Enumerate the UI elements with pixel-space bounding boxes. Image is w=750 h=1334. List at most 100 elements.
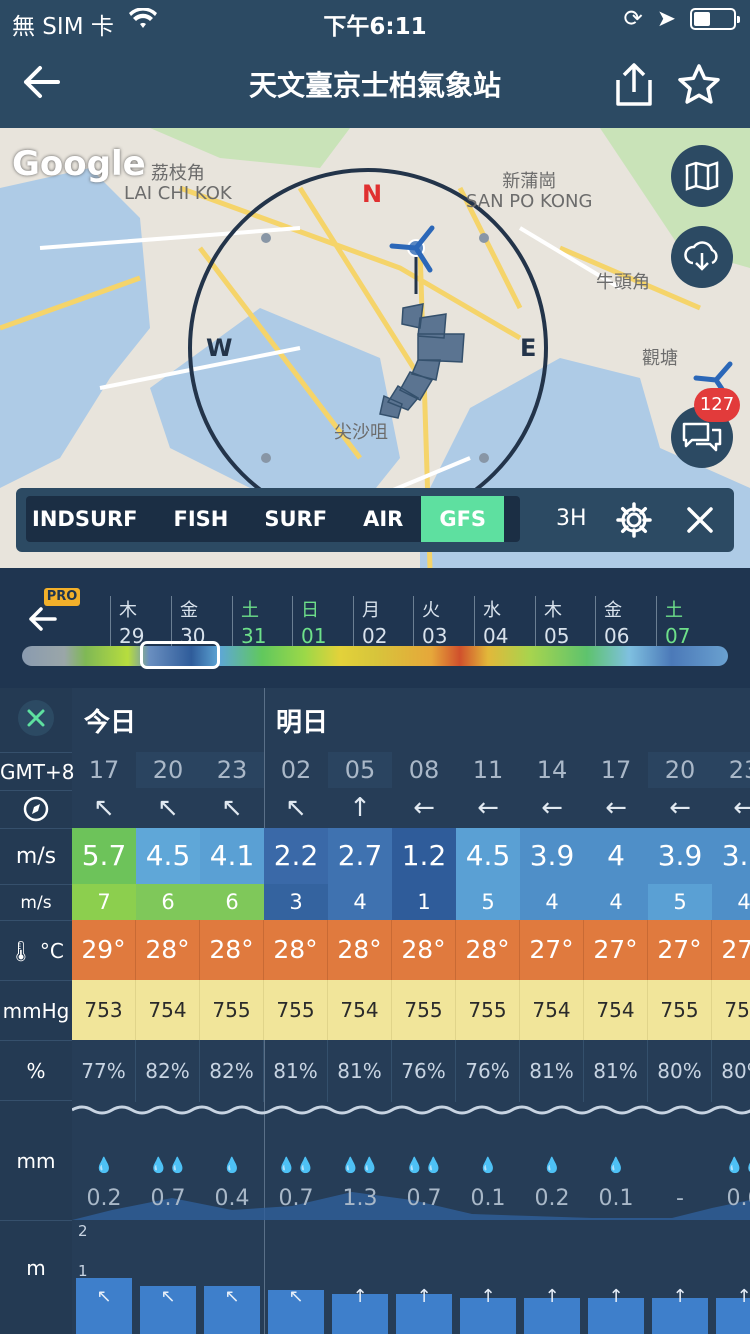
forecast-time: 20 — [648, 752, 712, 788]
pressure-value: 753 — [72, 980, 136, 1040]
pressure-value: 755 — [456, 980, 520, 1040]
rain-value: 1.3 — [342, 1186, 378, 1211]
wind-speed-value: 2.7 — [328, 828, 392, 884]
pressure-value: 755 — [392, 980, 456, 1040]
wind-gust-value: 5 — [648, 884, 712, 920]
day-tab[interactable]: 日 01 — [292, 596, 348, 648]
wind-speed-value: 4.1 — [200, 828, 264, 884]
pressure-value: 754 — [520, 980, 584, 1040]
model-tab-air[interactable]: AIR — [345, 496, 421, 542]
chat-icon — [682, 422, 722, 452]
model-tab-surf[interactable]: SURF — [246, 496, 345, 542]
wind-direction-arrow: ↑ — [349, 793, 371, 823]
humidity-value: 81% — [584, 1040, 648, 1102]
compass-icon — [23, 796, 49, 822]
forecast-range-selector[interactable] — [140, 641, 220, 669]
rain-drop-icon: 💧 — [478, 1156, 498, 1174]
wave-direction-arrow: ↑ — [352, 1286, 368, 1307]
settings-gear-icon[interactable] — [616, 502, 652, 538]
rain-value: 0.4 — [214, 1186, 250, 1211]
forecast-time: 08 — [408, 756, 440, 784]
close-icon[interactable] — [686, 506, 714, 534]
wave-direction-arrow: ↖ — [224, 1286, 240, 1307]
temperature-value: 27° — [584, 920, 648, 980]
location-icon: ➤ — [656, 6, 676, 32]
pressure-value: 755 — [264, 980, 328, 1040]
day-tab[interactable]: 火 03 — [413, 596, 469, 648]
wind-gust-value: 4 — [584, 884, 648, 920]
humidity-value: 76% — [392, 1040, 456, 1102]
tomorrow-header: 明日 — [276, 708, 329, 738]
today-header: 今日 — [84, 708, 137, 738]
rain-value: 0.2 — [534, 1186, 570, 1211]
day-tab[interactable]: 月 02 — [353, 596, 409, 648]
rain-value: 0.1 — [598, 1186, 634, 1211]
rain-drop-icon: 💧💧 — [725, 1156, 750, 1174]
wind-direction-arrow: ↖ — [221, 793, 243, 823]
place-label: 新蒲崗 SAN PO KONG — [466, 171, 593, 212]
forecast-time: 17 — [600, 756, 632, 784]
forecast-color-bar[interactable] — [22, 646, 728, 666]
rain-drop-icon: 💧 — [94, 1156, 114, 1174]
day-weekday: 月 — [362, 600, 380, 621]
place-label: 牛頭角 — [596, 272, 650, 293]
wind-speed-value: 4.5 — [456, 828, 520, 884]
wave-label: m — [0, 1220, 72, 1334]
temperature-label: 🌡 °C — [0, 920, 72, 980]
interval-button[interactable]: 3H — [556, 506, 587, 531]
wind-direction-arrow: ↖ — [93, 793, 115, 823]
day-date: 31 — [241, 624, 267, 648]
wave-direction-arrow: ↖ — [288, 1286, 304, 1307]
battery-icon — [690, 8, 740, 30]
back-arrow-icon[interactable] — [28, 606, 58, 632]
wave-direction-arrow: ↑ — [736, 1286, 750, 1307]
model-tab-fish[interactable]: FISH — [156, 496, 247, 542]
model-tabs: INDSURF FISH SURF AIR GFS — [26, 496, 520, 542]
wave-scale-2: 2 — [78, 1222, 88, 1240]
pressure-label: mmHg — [0, 980, 72, 1040]
day-tab[interactable]: 金 06 — [595, 596, 651, 648]
timezone-label: GMT+8 — [0, 752, 74, 790]
day-date: 03 — [422, 624, 448, 648]
humidity-value: 82% — [200, 1040, 264, 1102]
day-tab[interactable]: 土 07 — [656, 596, 712, 648]
wind-direction-arrow: ← — [605, 793, 627, 823]
rain-value: 0.7 — [406, 1186, 442, 1211]
day-weekday: 木 — [544, 600, 562, 621]
temperature-value: 28° — [264, 920, 328, 980]
humidity-value: 81% — [520, 1040, 584, 1102]
temperature-value: 28° — [136, 920, 200, 980]
model-tab-indsurf[interactable]: INDSURF — [26, 496, 156, 542]
rain-drop-icon: 💧💧 — [277, 1156, 315, 1174]
wave-direction-arrow: ↑ — [608, 1286, 624, 1307]
day-tab[interactable]: 水 04 — [474, 596, 530, 648]
share-icon[interactable] — [612, 62, 656, 108]
gust-label: m/s — [0, 884, 72, 920]
wind-direction-arrow: ← — [541, 793, 563, 823]
day-tab[interactable]: 土 31 — [232, 596, 288, 648]
wind-gust-value: 4 — [712, 884, 750, 920]
rain-drop-icon: 💧💧 — [149, 1156, 187, 1174]
close-table-button[interactable] — [18, 700, 54, 736]
rain-value: 0.1 — [470, 1186, 506, 1211]
download-cloud-button[interactable] — [671, 226, 733, 288]
compass-west: W — [206, 334, 233, 362]
wave-direction-arrow: ↑ — [672, 1286, 688, 1307]
close-icon — [27, 709, 45, 727]
wind-speed-value: 4 — [584, 828, 648, 884]
wind-speed-label: m/s — [0, 828, 72, 884]
model-tab-gfs[interactable]: GFS — [421, 496, 505, 542]
forecast-time: 11 — [472, 756, 504, 784]
wave-direction-arrow: ↑ — [544, 1286, 560, 1307]
notification-badge: 127 — [694, 388, 740, 422]
temperature-value: 29° — [72, 920, 136, 980]
pressure-value: 754 — [584, 980, 648, 1040]
day-tab[interactable]: 木 05 — [535, 596, 591, 648]
pressure-value: 755 — [200, 980, 264, 1040]
favorite-star-icon[interactable] — [676, 62, 722, 108]
day-weekday: 土 — [665, 600, 683, 621]
map-layers-button[interactable] — [671, 145, 733, 207]
pressure-value: 755 — [648, 980, 712, 1040]
wave-direction-arrow: ↑ — [416, 1286, 432, 1307]
rain-drop-icon: 💧💧 — [405, 1156, 443, 1174]
